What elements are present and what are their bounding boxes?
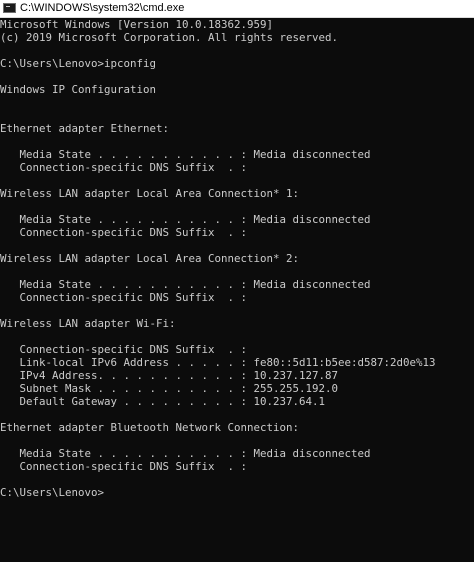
- console-line: Wireless LAN adapter Wi-Fi:: [0, 317, 176, 330]
- console-line: Default Gateway . . . . . . . . . : 10.2…: [0, 395, 326, 408]
- console-line: Media State . . . . . . . . . . . : Medi…: [0, 148, 371, 161]
- console-line: Media State . . . . . . . . . . . : Medi…: [0, 213, 371, 226]
- console-line: Connection-specific DNS Suffix . :: [0, 226, 248, 239]
- console-prompt: C:\Users\Lenovo>: [0, 486, 105, 499]
- console-line: Ethernet adapter Bluetooth Network Conne…: [0, 421, 300, 434]
- console-line: IPv4 Address. . . . . . . . . . . : 10.2…: [0, 369, 339, 382]
- console-line: Microsoft Windows [Version 10.0.18362.95…: [0, 18, 274, 31]
- console-line: Connection-specific DNS Suffix . :: [0, 291, 248, 304]
- console-line: Wireless LAN adapter Local Area Connecti…: [0, 187, 300, 200]
- console-output[interactable]: Microsoft Windows [Version 10.0.18362.95…: [0, 18, 474, 562]
- console-line: Connection-specific DNS Suffix . :: [0, 460, 248, 473]
- console-line: Subnet Mask . . . . . . . . . . . : 255.…: [0, 382, 339, 395]
- console-line: Wireless LAN adapter Local Area Connecti…: [0, 252, 300, 265]
- console-line: Media State . . . . . . . . . . . : Medi…: [0, 447, 371, 460]
- console-line: Ethernet adapter Ethernet:: [0, 122, 170, 135]
- console-line: (c) 2019 Microsoft Corporation. All righ…: [0, 31, 339, 44]
- console-line: Media State . . . . . . . . . . . : Medi…: [0, 278, 371, 291]
- title-bar[interactable]: C:\WINDOWS\system32\cmd.exe: [0, 0, 474, 18]
- window-title: C:\WINDOWS\system32\cmd.exe: [20, 2, 185, 14]
- console-line: Link-local IPv6 Address . . . . . : fe80…: [0, 356, 436, 369]
- cmd-icon: [3, 3, 16, 13]
- console-line: Connection-specific DNS Suffix . :: [0, 161, 248, 174]
- cmd-window: C:\WINDOWS\system32\cmd.exe Microsoft Wi…: [0, 0, 474, 562]
- console-line: Windows IP Configuration: [0, 83, 157, 96]
- console-line: C:\Users\Lenovo>ipconfig: [0, 57, 157, 70]
- console-line: Connection-specific DNS Suffix . :: [0, 343, 248, 356]
